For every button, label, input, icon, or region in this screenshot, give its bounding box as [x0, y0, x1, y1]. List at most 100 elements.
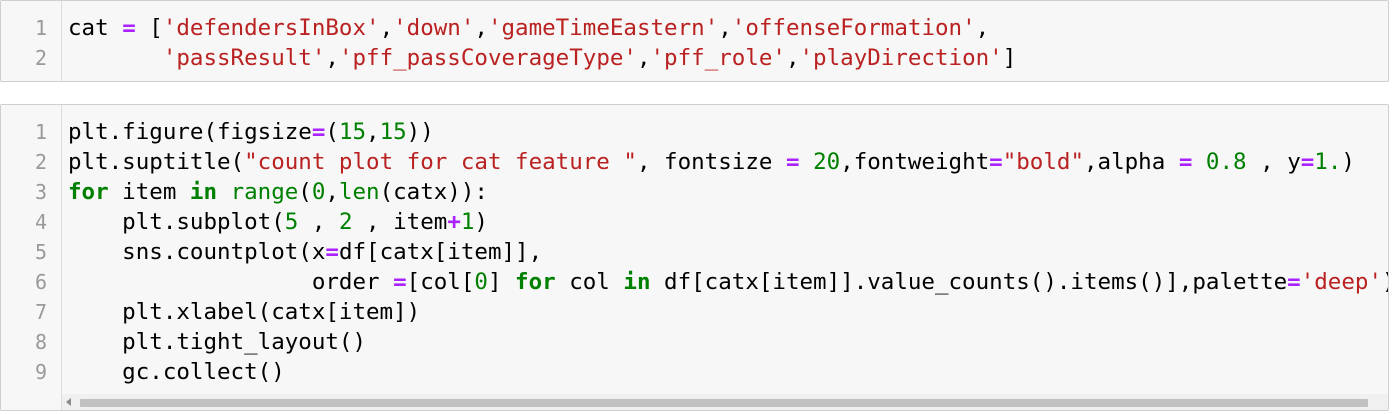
code-token: 0 — [311, 179, 326, 205]
line-number-gutter: 1 2 3 4 5 6 7 8 9 — [1, 105, 62, 410]
line-number: 9 — [34, 360, 47, 384]
code-token: len — [338, 179, 380, 205]
line-number: 1 — [34, 16, 47, 40]
code-token: plt.tight_layout() — [68, 329, 367, 355]
line-number: 2 — [34, 150, 47, 174]
code-token: )) — [406, 119, 434, 145]
code-token: plt.xlabel(catx[item]) — [68, 299, 421, 325]
code-token: ) — [1341, 149, 1355, 175]
code-token: 'defendersInBox' — [162, 15, 380, 41]
code-token: = — [1287, 269, 1301, 295]
code-token: , item — [352, 209, 448, 235]
code-token: , — [366, 119, 380, 145]
code-line: gc.collect() — [68, 357, 285, 387]
code-token: , — [379, 15, 394, 41]
code-line: order =[col[0] for col in df[catx[item]]… — [68, 267, 1388, 297]
code-line: plt.xlabel(catx[item]) — [68, 297, 420, 327]
code-token: df[catx[item]], — [338, 239, 543, 265]
code-token: , — [718, 15, 732, 41]
code-line: 'passResult','pff_passCoverageType','pff… — [68, 43, 1016, 73]
code-token: 20 — [813, 149, 841, 175]
code-cell-2[interactable]: 123456789 plt.figure(figsize=(15,15)) plt… — [0, 104, 1389, 411]
line-number: 1 — [34, 120, 47, 144]
code-token: , y — [1246, 149, 1301, 175]
code-token: in — [623, 269, 651, 295]
code-token: 'pff_role' — [650, 45, 786, 71]
code-token: = — [785, 149, 800, 175]
code-token: plt.suptitle( — [68, 149, 245, 175]
code-token: 'passResult' — [162, 45, 326, 71]
code-editor[interactable]: cat = ['defendersInBox','down','gameTime… — [62, 1, 1388, 81]
code-line: cat = ['defendersInBox','down','gameTime… — [68, 13, 989, 43]
code-token: for — [515, 269, 556, 295]
line-number-gutter: 12 — [1, 1, 62, 81]
code-token: plt.figure(figsize — [68, 119, 312, 145]
code-token: ( — [298, 179, 312, 205]
code-token: [ — [135, 15, 163, 41]
code-line: plt.figure(figsize=(15,15)) — [68, 117, 434, 147]
code-token: 15 — [338, 119, 367, 145]
code-token: "bold" — [1002, 149, 1084, 175]
line-number: 7 — [34, 300, 47, 324]
line-number: 3 — [34, 180, 47, 204]
code-token: ) — [1382, 269, 1388, 295]
code-token: = — [1178, 149, 1193, 175]
code-token: 'deep' — [1300, 269, 1382, 295]
code-token: 2 — [338, 209, 353, 235]
code-token: ] — [1002, 45, 1017, 71]
code-line: plt.suptitle("count plot for cat feature… — [68, 147, 1355, 177]
code-token: in — [189, 179, 218, 205]
scroll-left-arrow-icon[interactable] — [66, 398, 71, 406]
code-token: [col[ — [406, 269, 475, 295]
code-line: sns.countplot(x=df[catx[item]], — [68, 237, 542, 267]
code-token: 'playDirection' — [799, 45, 1003, 71]
code-token: plt.subplot( — [68, 209, 285, 235]
code-token: ) — [474, 209, 488, 235]
line-number: 6 — [34, 270, 47, 294]
code-token: 'offenseFormation' — [731, 15, 976, 41]
line-number: 5 — [34, 240, 47, 264]
code-token: , fontsize — [636, 149, 786, 175]
code-token: 0.8 — [1205, 149, 1247, 175]
line-number: 4 — [34, 210, 47, 234]
code-token: = — [311, 119, 326, 145]
horizontal-scrollbar[interactable] — [62, 394, 1388, 410]
code-token: col — [555, 269, 624, 295]
code-line: for item in range(0,len(catx)): — [68, 177, 488, 207]
code-token: , — [975, 15, 990, 41]
code-token: = — [1300, 149, 1315, 175]
code-token: "count plot for cat feature " — [244, 149, 637, 175]
code-token: gc.collect() — [68, 359, 285, 385]
code-token: 15 — [379, 119, 407, 145]
code-token: , — [785, 45, 800, 71]
code-token: , — [325, 179, 339, 205]
code-token: 0 — [474, 269, 488, 295]
notebook: 12 cat = ['defendersInBox','down','gameT… — [0, 0, 1392, 414]
code-token: order — [68, 269, 394, 295]
code-token: ( — [325, 119, 339, 145]
line-number: 2 — [34, 46, 47, 70]
code-editor[interactable]: plt.figure(figsize=(15,15)) plt.suptitle(… — [62, 105, 1388, 410]
code-token: item — [108, 179, 190, 205]
code-token: 5 — [284, 209, 299, 235]
code-token: 1. — [1314, 149, 1342, 175]
code-line: plt.subplot(5 , 2 , item+1) — [68, 207, 488, 237]
code-token: sns.countplot(x — [68, 239, 326, 265]
code-token: + — [447, 209, 461, 235]
code-cell-1[interactable]: 12 cat = ['defendersInBox','down','gameT… — [0, 0, 1389, 82]
scrollbar-thumb[interactable] — [80, 399, 1368, 407]
code-token: df[catx[item]].value_counts().items()],p… — [650, 269, 1288, 295]
code-token: , — [474, 15, 488, 41]
code-token: (catx)): — [379, 179, 488, 205]
code-token: = — [989, 149, 1003, 175]
code-token: ,fontweight — [840, 149, 990, 175]
code-token: 1 — [460, 209, 475, 235]
code-token: range — [230, 179, 299, 205]
code-token: , — [325, 45, 339, 71]
code-token: for — [68, 179, 109, 205]
code-token: = — [325, 239, 339, 265]
